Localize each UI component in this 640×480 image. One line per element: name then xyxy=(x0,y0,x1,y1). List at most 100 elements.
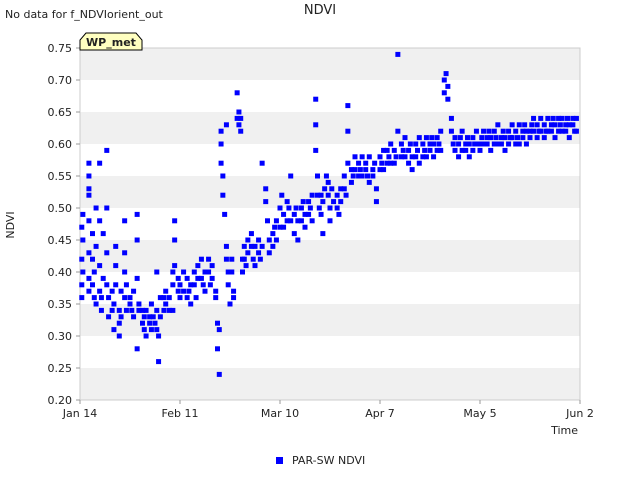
data-point xyxy=(291,231,297,237)
data-point xyxy=(175,275,181,281)
data-point xyxy=(466,141,472,147)
data-point xyxy=(463,147,469,153)
data-point xyxy=(329,186,335,192)
data-point xyxy=(163,301,169,307)
data-point xyxy=(306,199,312,205)
data-point xyxy=(448,115,454,121)
data-point xyxy=(113,282,119,288)
data-point xyxy=(252,243,258,249)
data-point xyxy=(229,269,235,275)
data-point xyxy=(315,173,320,179)
data-point xyxy=(434,135,440,141)
data-point xyxy=(177,295,183,301)
data-point xyxy=(548,128,554,134)
data-point xyxy=(216,327,222,333)
data-point xyxy=(266,237,272,243)
data-point xyxy=(213,295,219,301)
data-point xyxy=(86,218,92,224)
data-point xyxy=(97,218,103,224)
data-point xyxy=(429,135,435,141)
data-point xyxy=(538,128,544,134)
data-point xyxy=(79,224,85,230)
data-point xyxy=(527,135,533,141)
data-point xyxy=(170,269,176,275)
y-tick-label: 0.75 xyxy=(48,42,73,55)
x-tick-label: Feb 11 xyxy=(162,407,199,420)
data-point xyxy=(431,154,437,160)
data-point xyxy=(220,173,226,179)
data-point xyxy=(218,141,224,147)
data-point xyxy=(241,243,247,249)
data-point xyxy=(209,263,215,269)
data-point xyxy=(131,288,137,294)
data-point xyxy=(223,122,229,128)
data-point xyxy=(502,147,508,153)
data-point xyxy=(352,154,358,160)
data-point xyxy=(90,282,95,288)
data-point xyxy=(365,173,370,179)
data-point xyxy=(316,205,322,211)
data-point xyxy=(122,218,128,224)
data-point xyxy=(186,288,192,294)
data-point xyxy=(225,282,231,288)
data-point xyxy=(313,147,319,153)
data-point xyxy=(322,186,328,192)
data-point xyxy=(495,122,501,128)
data-point xyxy=(295,237,301,243)
data-point xyxy=(479,135,485,141)
data-point xyxy=(320,231,326,237)
data-point xyxy=(557,122,563,128)
data-point xyxy=(488,135,494,141)
data-point xyxy=(202,288,208,294)
data-point xyxy=(318,211,324,217)
data-point xyxy=(438,147,444,153)
data-point xyxy=(198,275,204,281)
data-point xyxy=(448,128,454,134)
data-point xyxy=(298,218,304,224)
data-point xyxy=(134,275,140,281)
data-point xyxy=(106,295,112,301)
data-point xyxy=(320,199,326,205)
grid-band xyxy=(80,368,580,400)
data-point xyxy=(386,154,392,160)
chart-title: NDVI xyxy=(304,3,336,18)
data-point xyxy=(348,179,354,185)
legend-swatch xyxy=(276,457,283,464)
status-message: No data for f_NDVIorient_out xyxy=(5,8,164,21)
data-point xyxy=(465,135,470,141)
data-point xyxy=(273,218,279,224)
data-point xyxy=(359,154,365,160)
data-point xyxy=(257,256,263,262)
data-point xyxy=(136,301,142,307)
data-point xyxy=(170,282,176,288)
data-point xyxy=(438,128,444,134)
data-point xyxy=(109,288,115,294)
data-point xyxy=(452,147,458,153)
data-point xyxy=(270,243,276,249)
data-point xyxy=(134,237,140,243)
data-point xyxy=(531,115,537,121)
data-point xyxy=(288,173,294,179)
data-point xyxy=(156,333,162,339)
y-tick-label: 0.55 xyxy=(48,170,73,183)
data-point xyxy=(366,154,372,160)
data-point xyxy=(343,192,349,198)
data-point xyxy=(570,122,576,128)
ndvi-chart: 0.20 0.25 0.30 0.35 0.40 0.45 0.50 0.55 0.60 0.65… xyxy=(4,3,594,467)
data-point xyxy=(86,250,92,256)
data-point xyxy=(313,122,319,128)
data-point xyxy=(123,307,129,313)
data-point xyxy=(122,250,128,256)
data-point xyxy=(161,295,167,301)
data-point xyxy=(256,237,262,243)
data-point xyxy=(172,263,178,269)
data-point xyxy=(459,128,465,134)
data-point xyxy=(86,192,92,198)
data-point xyxy=(531,128,537,134)
x-tick-label: Mar 10 xyxy=(261,407,299,420)
data-point xyxy=(516,141,522,147)
data-point xyxy=(552,135,558,141)
data-point xyxy=(90,231,95,237)
data-point xyxy=(541,135,547,141)
data-point xyxy=(398,141,404,147)
